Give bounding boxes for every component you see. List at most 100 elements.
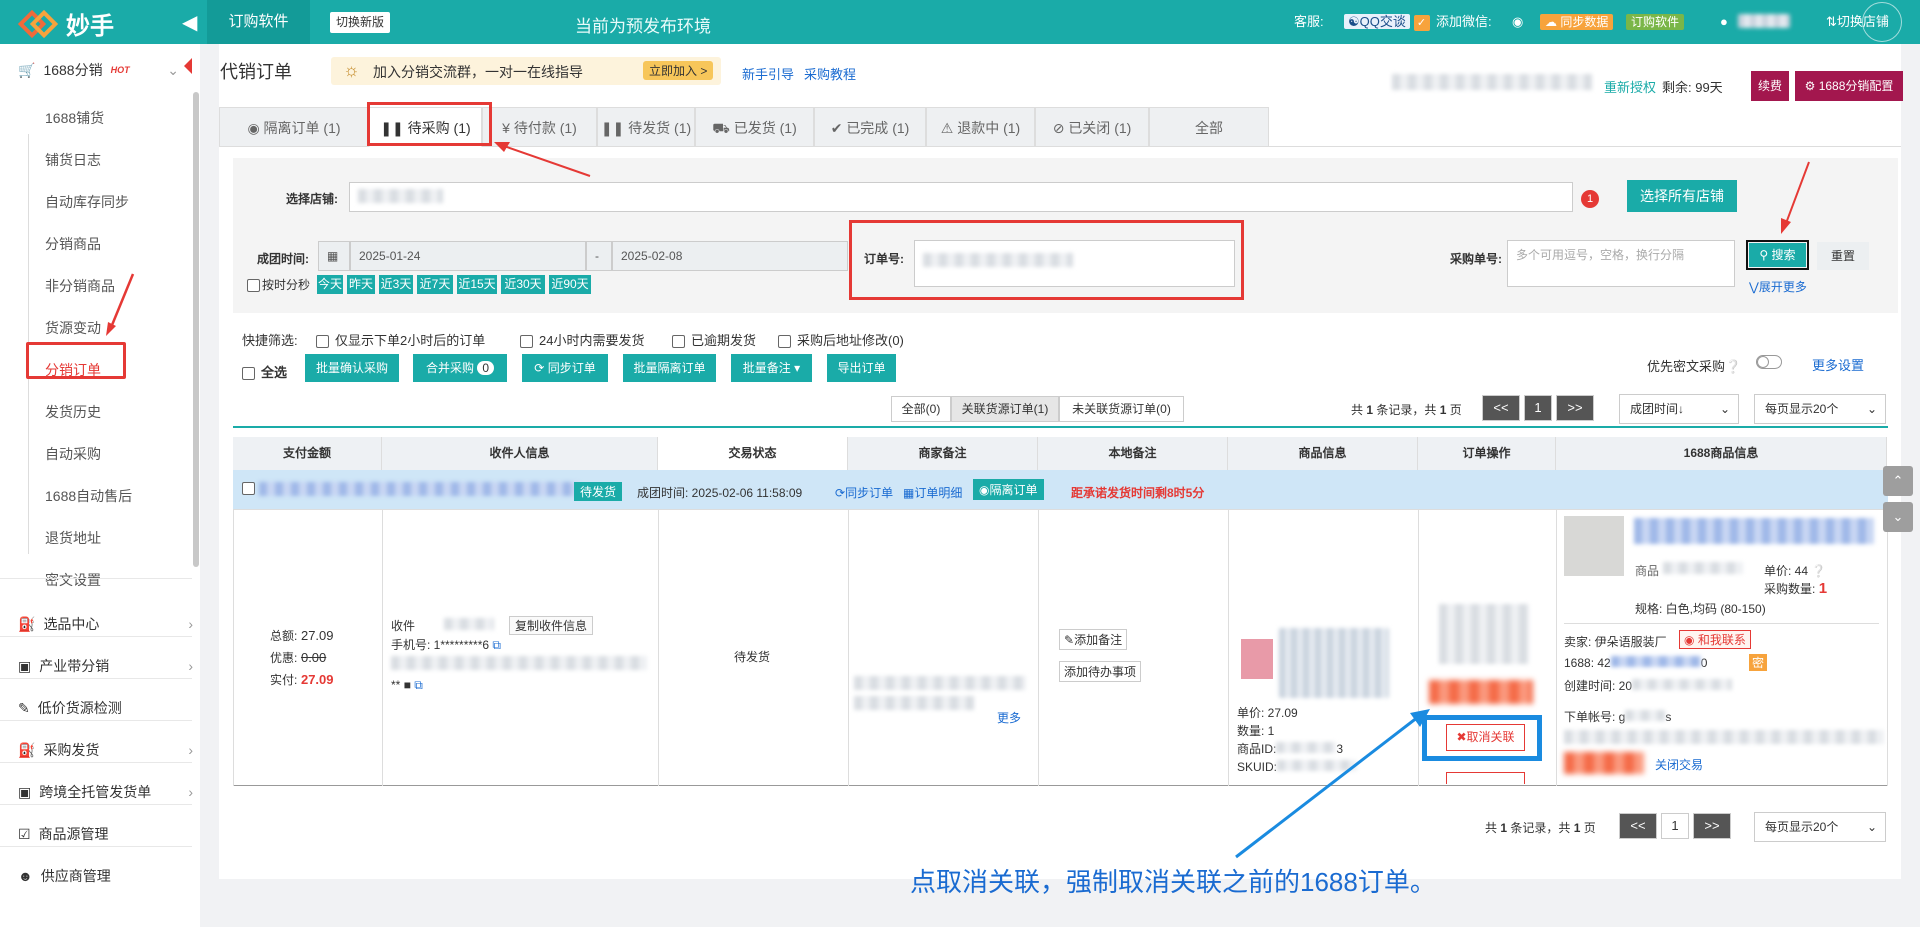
sidebar-item-9[interactable]: 1688自动售后 <box>45 486 132 506</box>
quick-date-4[interactable]: 近15天 <box>457 275 497 294</box>
copy-recipient-button[interactable]: 复制收件信息 <box>509 616 594 635</box>
quick-filter-1[interactable]: 24小时内需要发货 <box>520 330 644 349</box>
export-button[interactable]: 导出订单 <box>827 354 896 382</box>
product-image[interactable] <box>1241 639 1273 679</box>
tab-5[interactable]: ✔ 已完成 (1) <box>814 107 926 147</box>
sync-data-button[interactable]: ☁ 同步数据 <box>1540 14 1614 30</box>
tutorial-link[interactable]: 采购教程 <box>804 64 856 83</box>
tab-8[interactable]: 全部 <box>1149 107 1269 147</box>
sidebar-item-10[interactable]: 退货地址 <box>45 528 101 548</box>
select-all-shops-button[interactable]: 选择所有店铺 <box>1627 180 1737 212</box>
sidebar-item-5[interactable]: 货源变动 <box>45 318 101 338</box>
precise-time-checkbox[interactable]: 按时分秒 <box>247 276 310 293</box>
scroll-down-button[interactable]: ⌄ <box>1883 502 1913 532</box>
segment-2[interactable]: 未关联货源订单(0) <box>1059 396 1184 422</box>
quick-filter-2[interactable]: 已逾期发货 <box>672 330 756 349</box>
add-remark-button[interactable]: ✎添加备注 <box>1059 629 1128 650</box>
sidebar-menu-3[interactable]: ⛽ 采购发货 › <box>18 740 193 760</box>
sidebar-item-8[interactable]: 自动采购 <box>45 444 101 464</box>
sidebar-menu-6[interactable]: ☻ 供应商管理 <box>18 866 193 886</box>
date-from-input[interactable]: 2025-01-24 <box>350 241 586 271</box>
calendar-icon[interactable]: ▦ <box>318 241 350 271</box>
sidebar-item-0[interactable]: 1688铺货 <box>45 108 104 128</box>
next-page-button[interactable]: >> <box>1556 395 1594 421</box>
op-button-partial[interactable] <box>1446 772 1525 784</box>
row-isolate-button[interactable]: ◉隔离订单 <box>973 479 1044 500</box>
reauth-link[interactable]: 重新授权 <box>1604 77 1656 96</box>
quick-date-5[interactable]: 近30天 <box>501 275 545 294</box>
quick-date-1[interactable]: 昨天 <box>347 275 375 294</box>
batch-confirm-button[interactable]: 批量确认采购 <box>305 354 399 382</box>
tab-0[interactable]: ◉ 隔离订单 (1) <box>219 107 369 147</box>
guide-link[interactable]: 新手引导 <box>742 64 794 83</box>
join-button[interactable]: 立即加入 > <box>643 61 714 80</box>
date-to-input[interactable]: 2025-02-08 <box>612 241 848 271</box>
page-1-button-bottom[interactable]: 1 <box>1661 813 1689 839</box>
renew-button[interactable]: 续费 <box>1751 71 1789 101</box>
switch-version-button[interactable]: 切换新版 <box>330 12 391 33</box>
sidebar-menu-1[interactable]: ▣ 产业带分销 › <box>18 656 193 676</box>
sidebar-item-3[interactable]: 分销商品 <box>45 234 101 254</box>
quick-date-2[interactable]: 近3天 <box>379 275 413 294</box>
purchase-no-input[interactable]: 多个可用逗号，空格，换行分隔 <box>1507 240 1735 287</box>
shop-select[interactable] <box>349 182 1573 212</box>
copy-icon[interactable]: ⧉ <box>414 678 423 692</box>
quick-filter-0[interactable]: 仅显示下单2小时后的订单 <box>316 330 485 349</box>
sidebar-menu-5[interactable]: ☑ 商品源管理 <box>18 824 193 844</box>
quick-date-6[interactable]: 近90天 <box>549 275 591 294</box>
sidebar-menu-2[interactable]: ✎ 低价货源检测 <box>18 698 193 718</box>
page-1-button[interactable]: 1 <box>1524 395 1552 421</box>
more-settings-link[interactable]: 更多设置 <box>1812 355 1864 374</box>
batch-remark-button[interactable]: 批量备注 ▾ <box>731 354 812 382</box>
segment-0[interactable]: 全部(0) <box>891 396 951 422</box>
sidebar-item-1688-distribution[interactable]: 🛒 1688分销 HOT ⌄ <box>18 60 193 80</box>
sidebar-item-2[interactable]: 自动库存同步 <box>45 192 129 212</box>
cancel-link-button[interactable]: ✖取消关联 <box>1446 724 1525 751</box>
close-trade-link[interactable]: 关闭交易 <box>1655 756 1703 773</box>
app-tab[interactable]: 订购软件 <box>207 0 310 44</box>
merge-purchase-button[interactable]: 合并采购 0 <box>413 354 507 382</box>
tab-7[interactable]: ⊘ 已关闭 (1) <box>1035 107 1149 147</box>
quick-date-3[interactable]: 近7天 <box>417 275 453 294</box>
batch-isolate-button[interactable]: 批量隔离订单 <box>623 354 716 382</box>
config-button[interactable]: ⚙ 1688分销配置 <box>1795 71 1903 101</box>
select-all-checkbox[interactable]: 全选 <box>242 362 287 381</box>
remark-more-link[interactable]: 更多 <box>997 709 1021 726</box>
logo[interactable]: 妙手 <box>17 6 114 41</box>
sidebar-item-1[interactable]: 铺货日志 <box>45 150 101 170</box>
tab-6[interactable]: ⚠ 退款中 (1) <box>926 107 1035 147</box>
contact-seller-button[interactable]: ◉ 和我联系 <box>1679 630 1751 649</box>
quick-date-0[interactable]: 今天 <box>317 275 343 294</box>
sidebar-menu-0[interactable]: ⛽ 选品中心 › <box>18 614 193 634</box>
reset-button[interactable]: 重置 <box>1817 242 1869 270</box>
prev-page-button-bottom[interactable]: << <box>1619 813 1657 839</box>
wechat-icon[interactable]: ◉ <box>1512 12 1523 32</box>
order-detail-link[interactable]: ▦订单明细 <box>903 484 962 501</box>
segment-1[interactable]: 关联货源订单(1) <box>951 396 1059 422</box>
sidebar-scrollbar[interactable] <box>193 92 199 567</box>
sync-orders-button[interactable]: ⟳ 同步订单 <box>522 354 608 382</box>
qq-chat-button[interactable]: ☯QQ交谈 <box>1344 14 1410 29</box>
sidebar-item-7[interactable]: 发货历史 <box>45 402 101 422</box>
quick-filter-3[interactable]: 采购后地址修改(0) <box>778 330 904 349</box>
row-sync-link[interactable]: ⟳同步订单 <box>835 484 893 501</box>
copy-icon[interactable]: ⧉ <box>492 638 501 652</box>
per-page-select[interactable]: 每页显示20个 ⌄ <box>1754 394 1886 424</box>
tab-4[interactable]: ⛟ 已发货 (1) <box>695 107 814 147</box>
row-checkbox[interactable] <box>242 482 255 495</box>
avatar[interactable] <box>1862 2 1902 42</box>
sidebar-menu-4[interactable]: ▣ 跨境全托管发货单 › <box>18 782 193 802</box>
add-todo-button[interactable]: 添加待办事项 <box>1059 661 1142 682</box>
prev-page-button[interactable]: << <box>1482 395 1520 421</box>
search-button[interactable]: ⚲ 搜索 <box>1749 243 1806 267</box>
scroll-up-button[interactable]: ⌃ <box>1883 466 1913 496</box>
per-page-select-bottom[interactable]: 每页显示20个 ⌄ <box>1754 812 1886 842</box>
expand-more-link[interactable]: ⋁展开更多 <box>1749 278 1807 295</box>
order-no-input[interactable] <box>914 240 1235 287</box>
order-software-button[interactable]: 订购软件 <box>1626 14 1685 30</box>
sort-select[interactable]: 成团时间↓ ⌄ <box>1619 394 1739 424</box>
sidebar-item-11[interactable]: 密文设置 <box>45 570 101 590</box>
next-page-button-bottom[interactable]: >> <box>1693 813 1731 839</box>
tab-3[interactable]: ❚❚ 待发货 (1) <box>597 107 695 147</box>
1688-product-image[interactable] <box>1564 516 1624 576</box>
